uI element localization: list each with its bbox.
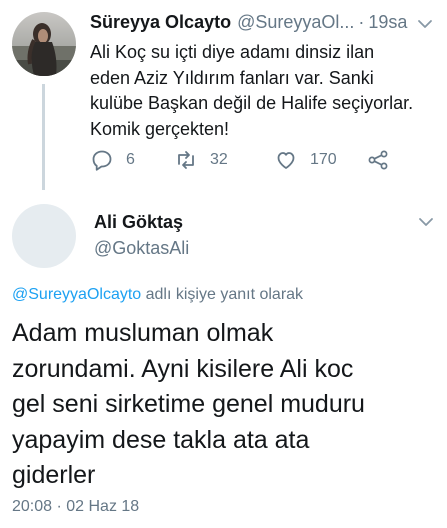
parent-text-line: Komik gerçekten! bbox=[90, 118, 230, 139]
parent-time[interactable]: 19sa bbox=[368, 12, 407, 33]
heart-icon bbox=[274, 148, 298, 172]
main-text-line: yapayim dese takla ata ata bbox=[12, 425, 310, 454]
parent-avatar[interactable] bbox=[12, 12, 76, 76]
parent-display-name[interactable]: Süreyya Olcayto bbox=[90, 12, 231, 33]
main-display-name[interactable]: Ali Göktaş bbox=[94, 212, 183, 233]
reply-count: 6 bbox=[126, 151, 135, 168]
header-separator: · bbox=[358, 12, 365, 32]
parent-header: Süreyya Olcayto @SureyyaOl... · 19sa bbox=[90, 12, 435, 33]
retweet-count: 32 bbox=[210, 151, 228, 168]
replying-to: @SureyyaOlcayto adlı kişiye yanıt olarak bbox=[12, 286, 303, 304]
main-text-line: Adam musluman olmak bbox=[12, 319, 274, 347]
parent-tweet[interactable]: Süreyya Olcayto @SureyyaOl... · 19sa Ali… bbox=[0, 0, 447, 190]
main-timestamp[interactable]: 20:08 · 02 Haz 18 bbox=[12, 498, 139, 516]
main-text-line: giderler bbox=[12, 461, 96, 489]
main-handle[interactable]: @GoktasAli bbox=[94, 238, 189, 259]
thread-line bbox=[42, 84, 45, 190]
like-button[interactable]: 170 bbox=[274, 148, 337, 172]
parent-text-line: eden Aziz Yıldırım fanları var. Sanki bbox=[90, 67, 374, 88]
main-tweet: Ali Göktaş @GoktasAli @SureyyaOlcayto ad… bbox=[0, 196, 447, 528]
parent-tweet-text: Ali Koç su içti diye adamı dinsiz ilan e… bbox=[90, 40, 440, 142]
parent-action-bar: 6 32 170 bbox=[90, 148, 420, 172]
main-tweet-text: Adam musluman olmak zorundami. Ayni kisi… bbox=[12, 316, 432, 494]
main-avatar[interactable] bbox=[12, 204, 76, 268]
reply-mention-link[interactable]: @SureyyaOlcayto bbox=[12, 286, 141, 303]
retweet-button[interactable]: 32 bbox=[174, 148, 228, 172]
reply-button[interactable]: 6 bbox=[90, 148, 135, 172]
chevron-down-icon[interactable] bbox=[415, 14, 435, 34]
share-button[interactable] bbox=[366, 148, 390, 172]
main-text-line: zorundami. Ayni kisilere Ali koc bbox=[12, 354, 354, 383]
parent-text-line: kulübe Başkan değil de Halife seçiyorlar… bbox=[90, 93, 414, 113]
parent-text-line: Ali Koç su içti diye adamı dinsiz ilan bbox=[90, 42, 375, 62]
reply-icon bbox=[90, 148, 114, 172]
reply-to-label: adlı kişiye yanıt olarak bbox=[141, 286, 304, 303]
parent-handle[interactable]: @SureyyaOl... bbox=[237, 12, 354, 33]
chevron-down-icon[interactable] bbox=[416, 212, 436, 232]
main-text-line: gel seni sirketime genel muduru bbox=[12, 390, 365, 418]
like-count: 170 bbox=[310, 151, 337, 168]
retweet-icon bbox=[174, 148, 198, 172]
share-icon bbox=[366, 148, 390, 172]
